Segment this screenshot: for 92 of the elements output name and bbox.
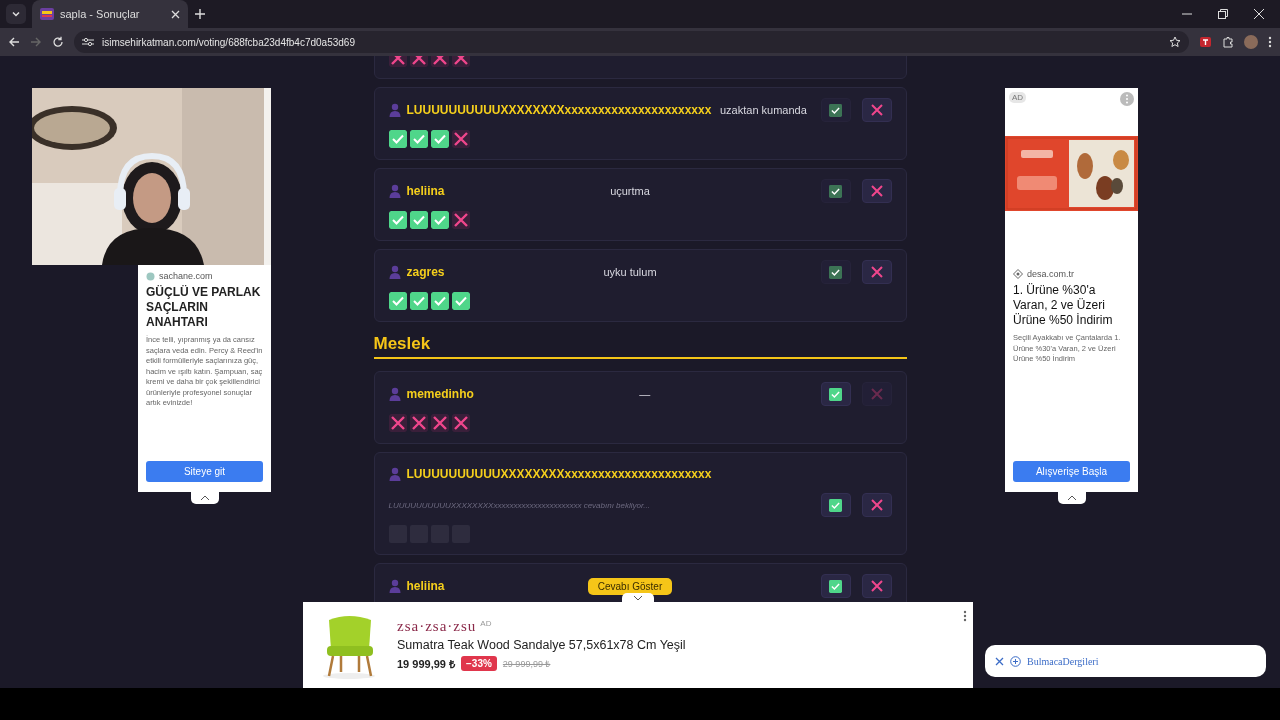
browser-tab[interactable]: sapla - Sonuçlar	[32, 0, 188, 28]
user-icon	[388, 579, 401, 593]
reload-button[interactable]	[52, 36, 64, 48]
chevron-down-icon	[633, 594, 643, 601]
site-icon	[1013, 269, 1023, 279]
section-title: Meslek	[373, 330, 907, 359]
puzzle-icon[interactable]	[1222, 36, 1234, 48]
site-favicon-icon	[40, 8, 54, 20]
cross-icon	[870, 499, 883, 511]
check-icon	[829, 498, 842, 512]
close-button[interactable]	[995, 656, 1004, 666]
more-icon	[1120, 92, 1134, 106]
answer-text: uzaktan kumanda	[719, 104, 808, 116]
reject-button[interactable]	[861, 574, 892, 598]
player-name: LUUUUUUUUUUXXXXXXXXxxxxxxxxxxxxxxxxxxxxxx	[406, 467, 712, 481]
answer-text: uyku tulum	[602, 266, 658, 278]
player-name: heliina	[406, 579, 445, 593]
ad-button[interactable]: Alışverişe Başla	[1013, 461, 1130, 482]
check-icon	[829, 387, 842, 401]
menu-icon[interactable]	[1268, 36, 1272, 48]
back-arrow-icon	[8, 36, 20, 48]
back-button[interactable]	[8, 36, 20, 48]
show-answer-button[interactable]: Cevabı Göster	[587, 577, 673, 595]
player-name: zagres	[406, 265, 445, 279]
reload-icon	[52, 36, 64, 48]
answer-text: uçurtma	[609, 185, 651, 197]
answer-text: —	[638, 388, 652, 400]
collapse-button[interactable]	[191, 492, 219, 504]
brand-logo: zsa·zsa·zsu	[397, 619, 477, 634]
star-icon[interactable]	[1169, 36, 1181, 48]
player-name: memedinho	[406, 387, 474, 401]
approve-button[interactable]	[820, 98, 851, 122]
new-tab-button[interactable]	[194, 8, 206, 20]
approve-button[interactable]	[820, 574, 851, 598]
waiting-text: LUUUUUUUUUUXXXXXXXXxxxxxxxxxxxxxxxxxxxxxx cevabını bekliyor...	[388, 500, 652, 510]
restore-icon	[1218, 9, 1228, 19]
cross-icon	[870, 266, 883, 278]
player-name: heliina	[406, 184, 445, 198]
approve-button[interactable]	[820, 260, 851, 284]
close-icon	[995, 656, 1004, 666]
cross-icon	[870, 185, 883, 197]
reject-button[interactable]	[861, 260, 892, 284]
check-icon	[829, 579, 842, 593]
discount-badge: −33%	[461, 656, 497, 671]
profile-avatar[interactable]	[1244, 35, 1258, 49]
check-icon	[829, 265, 842, 279]
site-settings-icon[interactable]	[82, 37, 94, 47]
user-icon	[388, 387, 401, 401]
url-text: isimsehirkatman.com/voting/688fcba23d4fb4c7d0a53d69	[102, 36, 356, 48]
approve-button[interactable]	[820, 179, 851, 203]
price: 19 999,99 ₺	[397, 657, 455, 671]
chevron-up-icon	[200, 495, 210, 501]
ad-domain: desa.com.tr	[1027, 269, 1075, 279]
collapse-button[interactable]	[1058, 492, 1086, 504]
check-icon	[829, 184, 842, 198]
user-icon	[388, 184, 401, 198]
ad-label: AD	[480, 619, 492, 628]
more-button[interactable]	[963, 610, 967, 622]
site-link[interactable]: BulmacaDergileri	[1027, 655, 1099, 667]
extension-icon[interactable]	[1199, 36, 1212, 48]
address-bar[interactable]: isimsehirkatman.com/voting/688fcba23d4fb4c7d0a53d69	[74, 31, 1189, 53]
forward-arrow-icon	[30, 36, 42, 48]
more-icon	[963, 610, 967, 622]
check-icon	[829, 103, 842, 117]
ad-headline: GÜÇLÜ VE PARLAK SAÇLARIN ANAHTARI	[146, 285, 262, 330]
plus-icon	[194, 8, 206, 20]
user-icon	[388, 103, 401, 117]
player-name: LUUUUUUUUUUXXXXXXXXxxxxxxxxxxxxxxxxxxxxxx	[406, 103, 712, 117]
reject-button[interactable]	[861, 493, 892, 517]
ad-headline: 1. Ürüne %30'a Varan, 2 ve Üzeri Ürüne %50 İndirim	[1013, 283, 1114, 328]
plus-circle-icon	[1010, 655, 1021, 667]
tab-list-button[interactable]	[6, 4, 26, 24]
ad-label: AD	[1009, 92, 1027, 103]
product-title: Sumatra Teak Wood Sandalye 57,5x61x78 Cm Yeşil	[397, 638, 686, 652]
close-icon[interactable]	[171, 9, 180, 19]
approve-button[interactable]	[820, 493, 851, 517]
user-icon	[388, 265, 401, 279]
cross-icon	[870, 580, 883, 592]
user-icon	[388, 467, 401, 481]
site-icon	[146, 271, 155, 281]
reject-button[interactable]	[861, 98, 892, 122]
chevron-up-icon	[1067, 495, 1077, 501]
cross-icon	[870, 104, 883, 116]
close-icon	[1254, 9, 1264, 19]
expand-button[interactable]	[622, 593, 654, 602]
old-price: 29 999,99 ₺	[502, 658, 551, 670]
approve-button[interactable]	[820, 382, 851, 406]
ad-button[interactable]: Siteye git	[146, 461, 263, 482]
cross-icon	[870, 388, 883, 400]
caret-icon	[11, 9, 21, 19]
reject-button[interactable]	[861, 179, 892, 203]
ad-domain: sachane.com	[159, 271, 213, 281]
